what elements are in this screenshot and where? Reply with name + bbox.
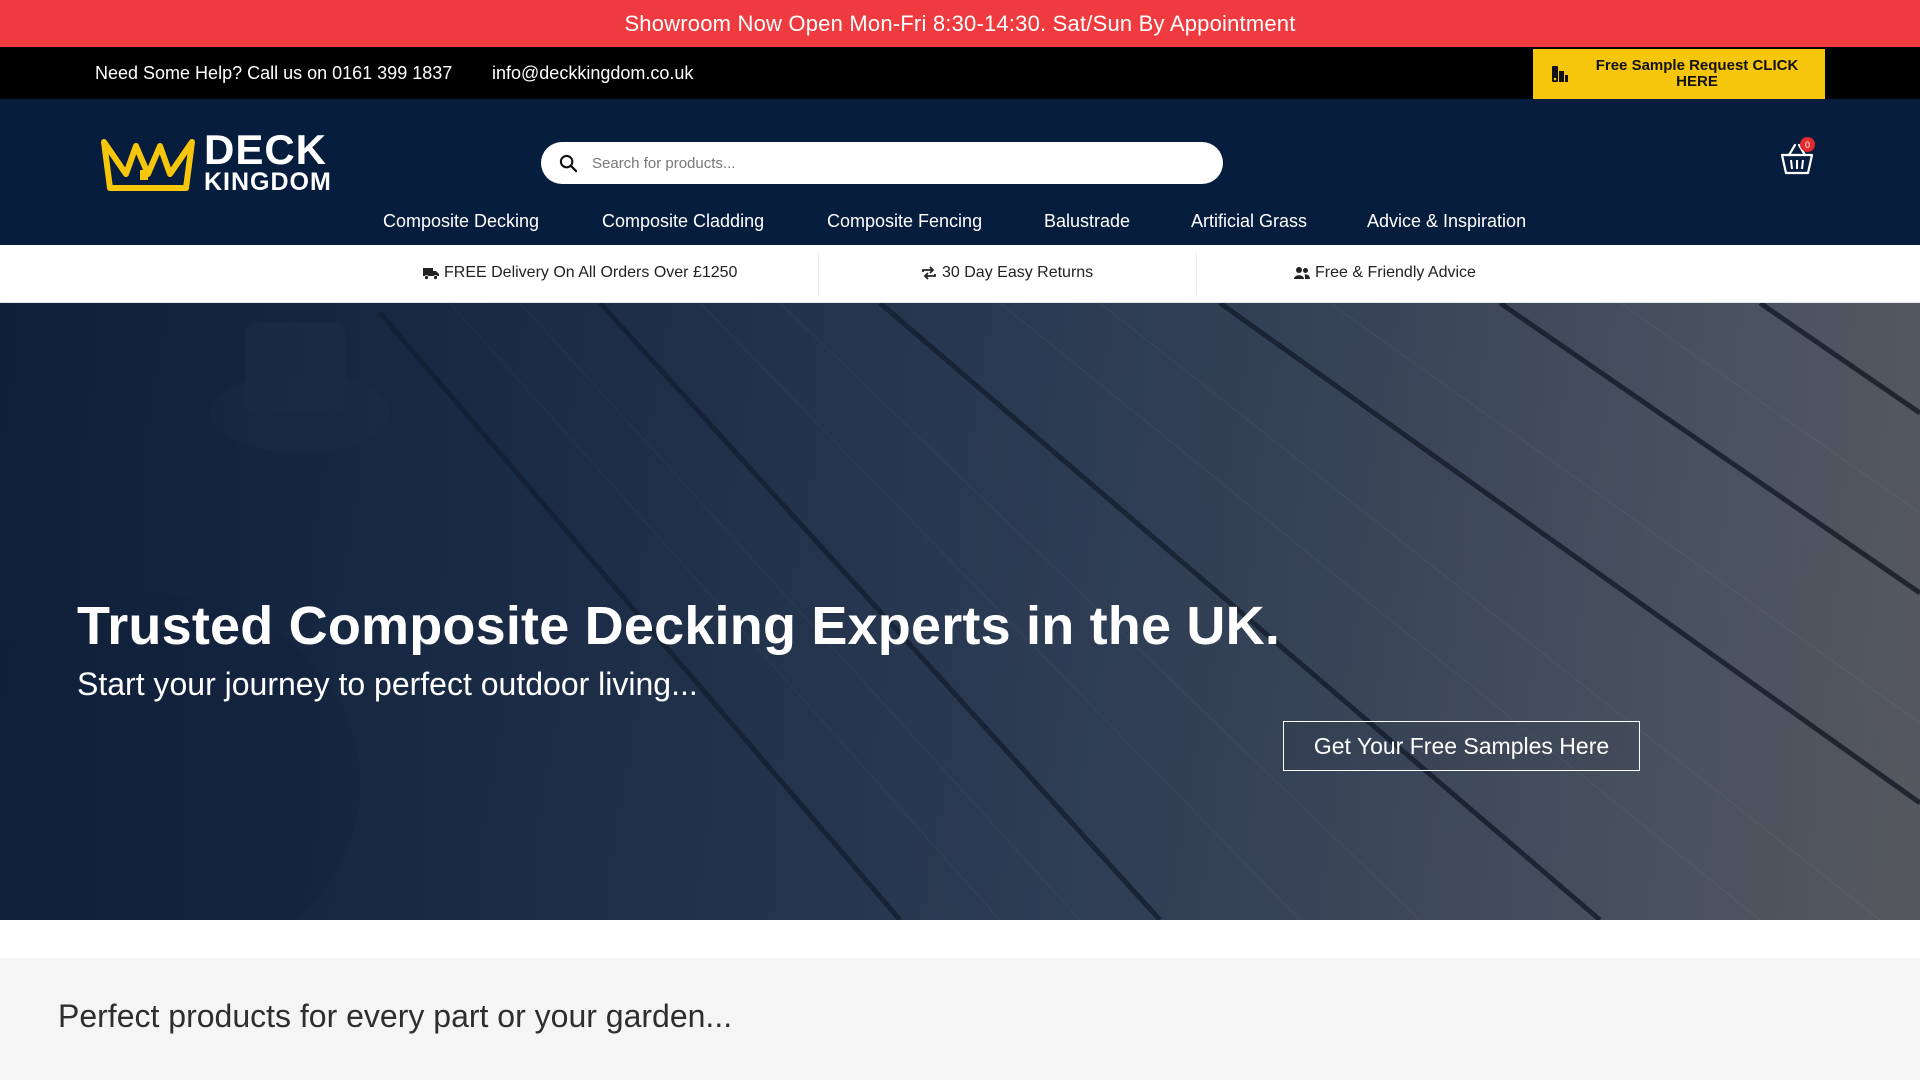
- usp-item-advice: Free & Friendly Advice: [1294, 264, 1476, 282]
- site-logo[interactable]: DECK KINGDOM: [100, 129, 340, 195]
- hero-subtitle: Start your journey to perfect outdoor li…: [77, 666, 698, 702]
- nav-balustrade[interactable]: Balustrade: [1044, 211, 1130, 232]
- crown-logo-icon: [101, 139, 195, 191]
- usp-strip: FREE Delivery On All Orders Over £1250 3…: [0, 245, 1920, 303]
- nav-composite-fencing[interactable]: Composite Fencing: [827, 211, 982, 232]
- announcement-bar: Showroom Now Open Mon-Fri 8:30-14:30. Sa…: [0, 0, 1920, 47]
- products-section-heading: Perfect products for every part or your …: [58, 998, 733, 1034]
- cart-button[interactable]: 0: [1778, 137, 1816, 177]
- search-input[interactable]: [592, 154, 1192, 172]
- cart-count-badge: 0: [1800, 137, 1815, 152]
- get-free-samples-button[interactable]: Get Your Free Samples Here: [1283, 721, 1640, 771]
- section-spacer: [0, 920, 1920, 958]
- usp-label-returns: 30 Day Easy Returns: [942, 264, 1094, 281]
- usp-divider: [818, 253, 819, 295]
- hero-banner: Trusted Composite Decking Experts in the…: [0, 303, 1920, 920]
- usp-label-delivery: FREE Delivery On All Orders Over £1250: [444, 264, 738, 281]
- site-header: DECK KINGDOM 0 Composite Decking Composi…: [0, 99, 1920, 245]
- usp-item-returns: 30 Day Easy Returns: [921, 264, 1093, 282]
- phone-link[interactable]: Need Some Help? Call us on 0161 399 1837: [95, 63, 452, 84]
- free-sample-request-label: Free Sample Request CLICK HERE: [1595, 57, 1799, 90]
- usp-divider: [1196, 253, 1197, 295]
- users-icon: [1294, 267, 1310, 279]
- nav-artificial-grass[interactable]: Artificial Grass: [1191, 211, 1307, 232]
- truck-icon: [423, 268, 439, 280]
- returns-icon: [922, 266, 936, 280]
- nav-advice-inspiration[interactable]: Advice & Inspiration: [1367, 211, 1526, 232]
- products-section: Perfect products for every part or your …: [0, 958, 1920, 1080]
- nav-composite-cladding[interactable]: Composite Cladding: [602, 211, 764, 232]
- usp-item-delivery: FREE Delivery On All Orders Over £1250: [423, 264, 737, 282]
- email-link[interactable]: info@deckkingdom.co.uk: [492, 63, 693, 84]
- announcement-text: Showroom Now Open Mon-Fri 8:30-14:30. Sa…: [624, 10, 1296, 36]
- contact-bar: Need Some Help? Call us on 0161 399 1837…: [0, 47, 1920, 99]
- logo-line-deck: DECK: [204, 126, 328, 173]
- nav-composite-decking[interactable]: Composite Decking: [383, 211, 539, 232]
- search-icon: [559, 154, 578, 172]
- logo-wordmark: DECK KINGDOM: [204, 126, 332, 196]
- free-sample-request-button[interactable]: Free Sample Request CLICK HERE: [1533, 49, 1825, 99]
- hero-title: Trusted Composite Decking Experts in the…: [77, 596, 1281, 656]
- swatch-icon: [1552, 66, 1568, 82]
- search-bar: [541, 142, 1223, 184]
- usp-label-advice: Free & Friendly Advice: [1315, 264, 1476, 281]
- main-nav: Composite Decking Composite Cladding Com…: [0, 207, 1920, 237]
- logo-line-kingdom: KINGDOM: [204, 168, 332, 196]
